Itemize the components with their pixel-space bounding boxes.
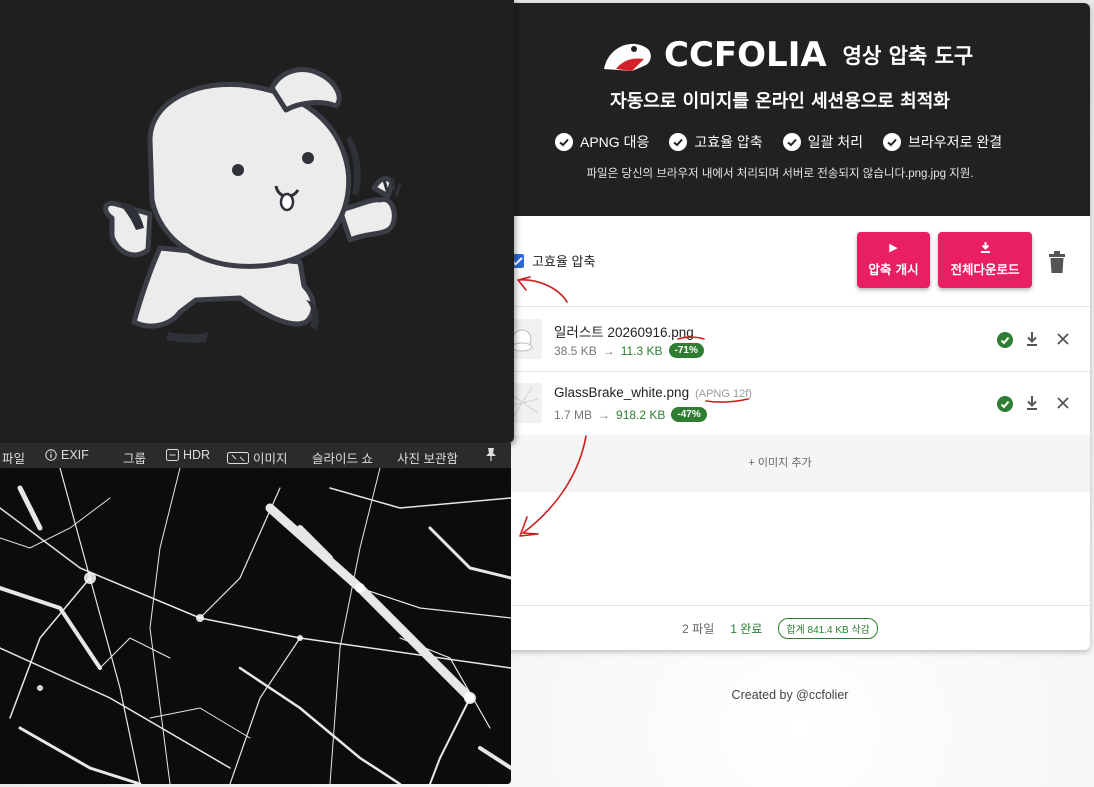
high-efficiency-label: 고효율 압축	[532, 254, 596, 269]
viewer-slideshow-button[interactable]: 슬라이드 쇼	[312, 448, 373, 467]
file-row: 일러스트 20260916.png 38.5 KB → 11.3 KB -71%	[470, 307, 1090, 372]
hdr-icon	[166, 449, 179, 461]
tool-title: 영상 압축 도구	[842, 44, 974, 68]
add-image-button[interactable]: + 이미지 추가	[470, 435, 1090, 492]
high-efficiency-option[interactable]: 고효율 압축	[510, 251, 595, 270]
summary-bar: 2 파일 1 완료 합계 841.4 KB 삭감	[470, 605, 1090, 650]
action-toolbar: 고효율 압축 ▶ 압축 개시 전체다운로드	[470, 216, 1090, 307]
pin-icon[interactable]	[485, 447, 497, 461]
subtitle: 자동으로 이미지를 온라인 세션용으로 최적화	[610, 91, 950, 112]
summary-done-count: 1 완료	[730, 622, 763, 636]
size-before: 38.5 KB	[554, 343, 597, 358]
file-row: GlassBrake_white.png (APNG 12f) 1.7 MB → …	[470, 371, 1090, 436]
check-circle-icon	[883, 133, 902, 151]
start-compression-label: 압축 개시	[868, 262, 919, 277]
close-icon[interactable]	[1055, 395, 1071, 411]
tool-header: CCFOLIA 영상 압축 도구 자동으로 이미지를 온라인 세션용으로 최적화…	[470, 3, 1090, 216]
viewer-file-menu[interactable]: 파일	[2, 448, 25, 467]
check-circle-icon	[669, 133, 688, 151]
feature-item: 브라우저로 완결	[883, 132, 1002, 152]
summary-file-count: 2 파일	[682, 622, 715, 636]
feature-label: APNG 대응	[580, 134, 650, 150]
feature-label: 고효율 압축	[694, 134, 763, 150]
check-circle-icon	[997, 396, 1013, 412]
file-name-text: 일러스트 20260916.png	[554, 325, 694, 340]
check-circle-icon	[997, 332, 1013, 348]
feature-item: 고효율 압축	[669, 132, 763, 152]
arrow: →	[598, 407, 611, 422]
viewer-file-label: 파일	[2, 452, 26, 466]
file-size-info: 1.7 MB → 918.2 KB -47%	[554, 407, 707, 422]
feature-list: APNG 대응 고효율 압축 일괄 처리 브라우저로 완결	[555, 132, 1002, 152]
start-compression-button[interactable]: ▶ 압축 개시	[857, 232, 930, 288]
viewer-album-button[interactable]: 사진 보관함	[397, 448, 458, 467]
viewer-group-button[interactable]: 그룹	[123, 448, 146, 467]
download-icon[interactable]	[1025, 395, 1039, 411]
info-icon	[45, 449, 57, 461]
check-circle-icon	[555, 133, 573, 151]
check-circle-icon	[782, 133, 801, 151]
size-after: 918.2 KB	[616, 407, 666, 422]
credit-text: Created by @ccfolier	[731, 688, 849, 702]
play-icon: ▶	[889, 241, 898, 254]
reduction-badge: -47%	[671, 407, 707, 422]
reduction-badge: -71%	[668, 343, 704, 358]
download-icon	[980, 242, 990, 253]
viewer-exif-button[interactable]: EXIF	[45, 448, 89, 462]
download-icon[interactable]	[1025, 331, 1039, 347]
file-name: 일러스트 20260916.png	[554, 321, 694, 341]
feature-item: APNG 대응	[555, 132, 649, 152]
image-viewer-preview	[0, 0, 514, 443]
brand-name: CCFOLIA	[664, 35, 827, 75]
resize-icon	[227, 451, 249, 464]
brand-row: CCFOLIA 영상 압축 도구	[602, 35, 973, 75]
viewer-image-button[interactable]: 이미지	[227, 448, 288, 467]
file-name-text: GlassBrake_white.png	[554, 385, 690, 400]
dog-illustration-image	[103, 67, 402, 343]
feature-label: 브라우저로 완결	[908, 134, 1003, 150]
ccfolia-logo-icon	[604, 43, 651, 71]
viewer-hdr-label: HDR	[183, 448, 211, 462]
close-icon[interactable]	[1055, 331, 1071, 347]
download-all-button[interactable]: 전체다운로드	[938, 232, 1032, 288]
trash-icon[interactable]	[1047, 251, 1067, 273]
ccfolia-compressor-card: CCFOLIA 영상 압축 도구 자동으로 이미지를 온라인 세션용으로 최적화…	[470, 3, 1090, 650]
download-all-label: 전체다운로드	[950, 262, 1020, 277]
viewer-album-label: 사진 보관함	[397, 452, 458, 466]
summary-saved-badge: 합계 841.4 KB 삭감	[778, 618, 878, 639]
viewer-toolbar: 파일 EXIF 그룹 HDR 이미지 슬라이드 쇼 사진 보관함	[0, 443, 511, 468]
size-after: 11.3 KB	[620, 343, 663, 358]
viewer-group-label: 그룹	[123, 452, 147, 466]
glass-break-preview	[0, 468, 511, 784]
privacy-notice: 파일은 당신의 브라우저 내에서 처리되며 서버로 전송되지 않습니다.png.…	[586, 168, 974, 180]
viewer-exif-label: EXIF	[61, 448, 89, 462]
arrow: →	[602, 343, 615, 358]
viewer-hdr-button[interactable]: HDR	[166, 448, 210, 462]
apng-tag: (APNG 12f)	[695, 388, 752, 400]
file-name: GlassBrake_white.png (APNG 12f)	[554, 385, 752, 400]
viewer-slideshow-label: 슬라이드 쇼	[312, 452, 373, 466]
feature-label: 일괄 처리	[807, 134, 864, 150]
feature-item: 일괄 처리	[782, 132, 864, 152]
file-size-info: 38.5 KB → 11.3 KB -71%	[554, 343, 704, 358]
cracked-glass-image	[0, 468, 511, 784]
viewer-image-label: 이미지	[253, 452, 288, 466]
size-before: 1.7 MB	[554, 407, 593, 422]
